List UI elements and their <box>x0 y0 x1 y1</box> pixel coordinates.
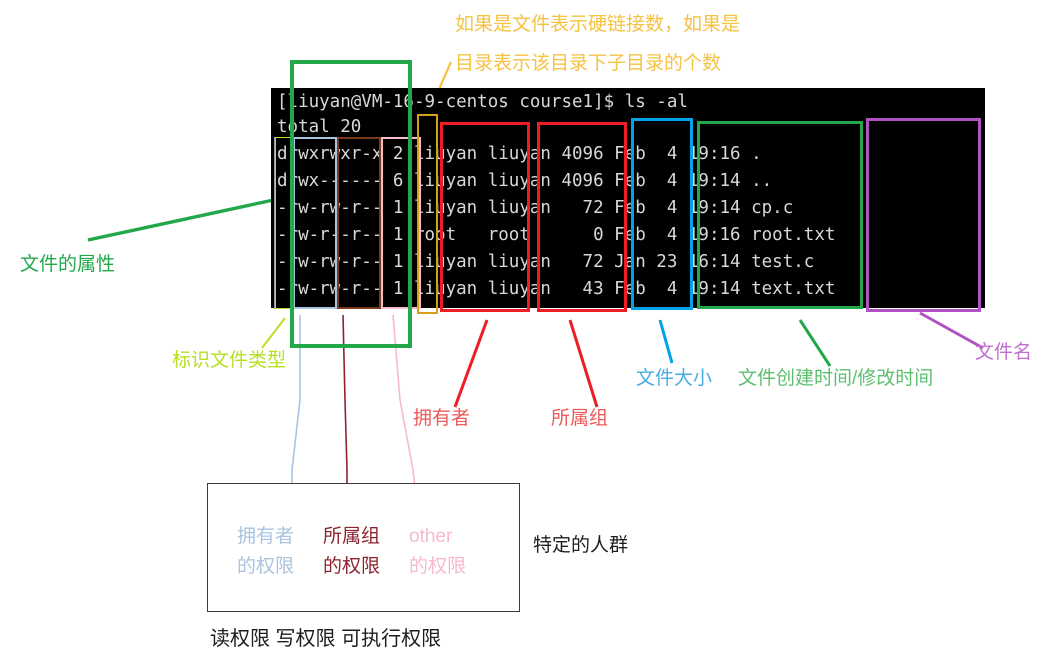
label-file-name: 文件名 <box>975 342 1033 363</box>
legend-other-permission: other 的权限 <box>409 522 466 582</box>
annotated-ls-diagram: [liuyan@VM-16-9-centos course1]$ ls -al … <box>0 0 1059 665</box>
line-file-time <box>798 319 832 367</box>
terminal-line-prompt: [liuyan@VM-16-9-centos course1]$ ls -al <box>277 92 688 112</box>
terminal-line-entry-5: -rw-rw-r-- 1 liuyan liuyan 43 Feb 4 19:1… <box>277 279 836 299</box>
legend-other-permission-line1: other <box>409 526 453 547</box>
line-owner <box>453 319 489 408</box>
line-group <box>568 319 599 408</box>
label-permission-kinds: 读权限 写权限 可执行权限 <box>210 628 442 650</box>
terminal-line-entry-0: drwxrwxr-x 2 liuyan liuyan 4096 Feb 4 19… <box>277 144 762 164</box>
legend-group-permission-line2: 的权限 <box>323 556 381 577</box>
legend-owner-permission-line2: 的权限 <box>237 556 295 577</box>
label-file-type-flag: 标识文件类型 <box>172 350 287 371</box>
label-link-count-line2: 目录表示该目录下子目录的个数 <box>455 53 722 74</box>
line-file-size <box>658 319 674 364</box>
legend-owner-permission-line1: 拥有者 <box>237 526 295 547</box>
line-file-attributes <box>87 194 293 242</box>
terminal-line-entry-2: -rw-rw-r-- 1 liuyan liuyan 72 Feb 4 19:1… <box>277 198 794 218</box>
line-file-type-flag <box>261 317 286 349</box>
line-file-name <box>919 311 984 350</box>
label-specific-people: 特定的人群 <box>533 535 629 556</box>
terminal-line-total: total 20 <box>277 117 362 137</box>
legend-group-permission-line1: 所属组 <box>323 526 381 547</box>
label-link-count-line1: 如果是文件表示硬链接数，如果是 <box>455 14 741 35</box>
label-file-time: 文件创建时间/修改时间 <box>738 368 934 389</box>
label-owner: 拥有者 <box>413 408 471 429</box>
terminal-line-entry-3: -rw-r--r-- 1 root root 0 Feb 4 19:16 roo… <box>277 225 836 245</box>
legend-other-permission-line2: 的权限 <box>409 556 467 577</box>
terminal-line-entry-1: drwx------ 6 liuyan liuyan 4096 Feb 4 19… <box>277 171 773 191</box>
label-group: 所属组 <box>551 408 609 429</box>
label-file-attributes: 文件的属性 <box>20 254 116 275</box>
legend-owner-permission: 拥有者 的权限 <box>237 522 294 582</box>
terminal-line-entry-4: -rw-rw-r-- 1 liuyan liuyan 72 Jan 23 16:… <box>277 252 815 272</box>
legend-group-permission: 所属组 的权限 <box>323 522 380 582</box>
label-file-size: 文件大小 <box>636 368 713 389</box>
terminal-window[interactable]: [liuyan@VM-16-9-centos course1]$ ls -al … <box>271 88 985 308</box>
